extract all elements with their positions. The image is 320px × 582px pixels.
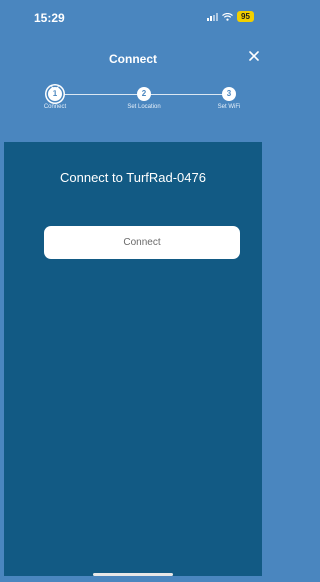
connect-button[interactable]: Connect xyxy=(44,226,240,259)
status-time: 15:29 xyxy=(34,11,65,25)
status-bar: 15:29 95 xyxy=(0,0,266,42)
page-title: Connect xyxy=(109,52,157,66)
step-set-location[interactable]: 2 Set Location xyxy=(114,87,174,110)
app-screen: 15:29 95 Connect 1 Connect 2 Set Locatio… xyxy=(0,0,266,582)
battery-icon: 95 xyxy=(237,11,254,22)
step-number: 3 xyxy=(222,87,236,101)
step-label: Set Location xyxy=(127,104,161,110)
main-panel: Connect to TurfRad-0476 Connect xyxy=(4,142,262,576)
step-label: Connect xyxy=(43,104,67,110)
signal-icon xyxy=(207,12,218,21)
step-label: Set WiFi xyxy=(217,104,241,110)
status-icons: 95 xyxy=(207,11,254,22)
home-indicator[interactable] xyxy=(93,573,173,576)
step-set-wifi[interactable]: 3 Set WiFi xyxy=(199,87,259,110)
chevron-down-icon xyxy=(51,78,59,96)
step-connect[interactable]: 1 Connect xyxy=(25,86,85,110)
step-number: 2 xyxy=(137,87,151,101)
wifi-icon xyxy=(222,12,233,21)
progress-stepper: 1 Connect 2 Set Location 3 Set WiFi xyxy=(0,78,266,118)
device-title: Connect to TurfRad-0476 xyxy=(60,170,206,185)
close-icon[interactable] xyxy=(246,48,262,64)
